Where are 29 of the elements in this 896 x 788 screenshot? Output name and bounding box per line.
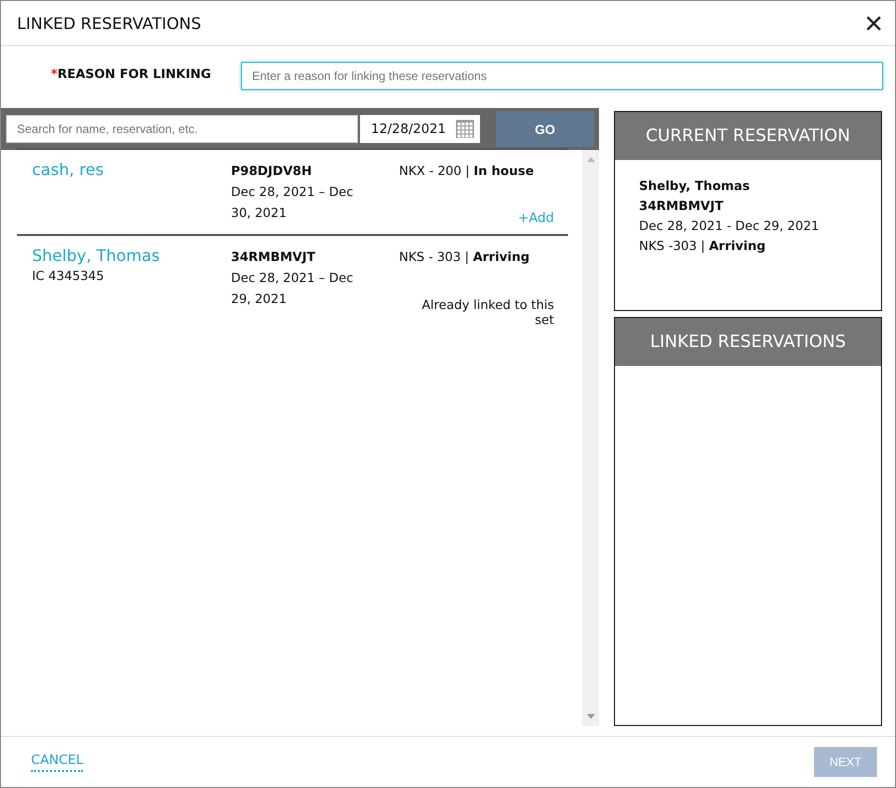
calendar-icon[interactable]: [455, 119, 475, 139]
scroll-down-icon[interactable]: [586, 714, 594, 720]
confirmation-code: 34RMBMVJT: [231, 248, 316, 266]
card-header: LINKED RESERVATIONS: [615, 318, 881, 366]
card-header: CURRENT RESERVATION: [615, 112, 881, 160]
reason-label: *REASON FOR LINKING: [50, 66, 211, 80]
room-status: NKX - 200 | In house: [399, 162, 535, 180]
room-status: NKS - 303 | Arriving: [399, 248, 531, 266]
confirmation-code: 34RMBMVJT: [639, 197, 724, 215]
guest-name-link[interactable]: Shelby, Thomas: [32, 246, 231, 265]
reason-field[interactable]: Enter a reason for linking these reservations: [241, 62, 883, 90]
go-button[interactable]: GO: [496, 111, 594, 147]
linked-note: Already linked to this set: [420, 297, 554, 327]
stay-dates: Dec 28, 2021 - Dec 29, 2021: [639, 217, 820, 235]
guest-id: IC 4345345: [32, 267, 106, 285]
search-field[interactable]: Search for name, reservation, etc.: [6, 115, 358, 143]
close-button[interactable]: ×: [858, 7, 889, 39]
scroll-up-icon[interactable]: [586, 156, 594, 162]
scrollbar[interactable]: [582, 150, 599, 726]
window-title: LINKED RESERVATIONS: [17, 14, 202, 32]
guest-name: Shelby, Thomas: [639, 177, 751, 195]
confirmation-code: P98DJDV8H: [231, 162, 313, 180]
guest-name-link[interactable]: cash, res: [32, 160, 231, 179]
room-status: NKS -303 | Arriving: [639, 237, 767, 255]
date-field[interactable]: 12/28/2021: [360, 115, 480, 143]
add-link[interactable]: +Add: [399, 211, 554, 226]
stay-dates: Dec 28, 2021 – Dec 29, 2021: [231, 269, 354, 308]
stay-dates: Dec 28, 2021 – Dec 30, 2021: [231, 183, 354, 222]
cancel-link[interactable]: CANCEL: [31, 752, 84, 772]
